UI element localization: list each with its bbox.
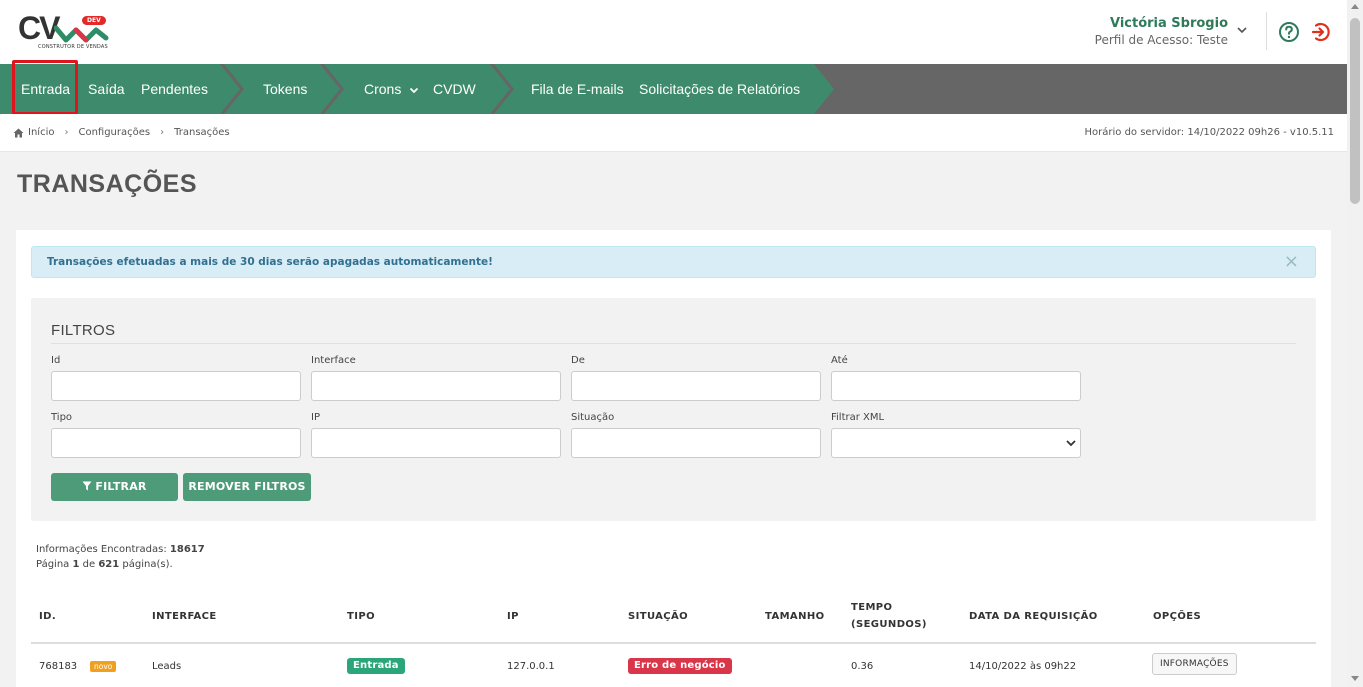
label-id: Id bbox=[51, 355, 61, 366]
informacoes-button[interactable]: INFORMAÇÕES bbox=[1152, 653, 1237, 675]
col-header-tempo: TEMPO (SEGUNDOS) bbox=[851, 599, 927, 633]
col-header-opcoes: OPÇÕES bbox=[1153, 611, 1202, 622]
filtrar-xml-select[interactable] bbox=[831, 428, 1081, 458]
col-header-tempo-line2: (SEGUNDOS) bbox=[851, 619, 927, 630]
date-to-input[interactable] bbox=[831, 371, 1081, 401]
table-header-divider bbox=[31, 642, 1316, 644]
nav-crons-label: Crons bbox=[364, 81, 402, 97]
info-alert: Transações efetuadas a mais de 30 dias s… bbox=[31, 246, 1316, 278]
results-info: Informações Encontradas: 18617 Página 1 … bbox=[36, 542, 205, 572]
scroll-down-icon[interactable] bbox=[1351, 676, 1359, 681]
date-from-input[interactable] bbox=[571, 371, 821, 401]
label-ate: Até bbox=[831, 355, 848, 366]
col-header-tipo: TIPO bbox=[347, 611, 375, 622]
nav-solicitacoes-relatorios[interactable]: Solicitações de Relatórios bbox=[639, 80, 800, 98]
page-current: 1 bbox=[72, 559, 80, 570]
alert-text: Transações efetuadas a mais de 30 dias s… bbox=[47, 256, 493, 268]
user-profile: Perfil de Acesso: Teste bbox=[1094, 33, 1228, 47]
nav-entrada[interactable]: Entrada bbox=[21, 80, 70, 98]
pages-suffix: página(s). bbox=[122, 559, 173, 570]
id-input[interactable] bbox=[51, 371, 301, 401]
col-header-situacao: SITUAÇÃO bbox=[628, 611, 689, 622]
label-de: De bbox=[571, 355, 585, 366]
filter-icon bbox=[82, 481, 92, 491]
scroll-thumb[interactable] bbox=[1350, 18, 1360, 204]
logo-wave-icon bbox=[54, 25, 109, 43]
breadcrumb-configuracoes[interactable]: Configurações bbox=[78, 127, 150, 138]
chevron-down-icon[interactable] bbox=[1236, 24, 1248, 36]
main-nav: Entrada Saída Pendentes Tokens Crons CVD… bbox=[0, 64, 1347, 114]
new-badge: novo bbox=[90, 661, 117, 672]
col-header-tempo-line1: TEMPO bbox=[851, 602, 893, 613]
chevron-down-icon bbox=[410, 88, 419, 94]
ip-input[interactable] bbox=[311, 428, 561, 458]
user-menu[interactable]: Victória Sbrogio Perfil de Acesso: Teste bbox=[1095, 16, 1228, 48]
tipo-input[interactable] bbox=[51, 428, 301, 458]
label-ip: IP bbox=[311, 412, 320, 423]
col-header-data: DATA DA REQUISIÇÃO bbox=[969, 611, 1098, 622]
breadcrumb-transacoes: Transações bbox=[174, 127, 230, 138]
pages-of: de bbox=[82, 559, 96, 570]
cell-interface: Leads bbox=[152, 661, 182, 672]
results-count: Informações Encontradas: 18617 bbox=[36, 542, 205, 557]
breadcrumb-separator-icon: › bbox=[64, 127, 69, 138]
results-count-value: 18617 bbox=[169, 544, 205, 555]
tipo-badge: Entrada bbox=[347, 658, 405, 674]
nav-tokens[interactable]: Tokens bbox=[263, 80, 307, 98]
app-header: CV DEV CONSTRUTOR DE VENDAS Victória Sbr… bbox=[0, 0, 1347, 64]
logo-letters: CV bbox=[18, 10, 60, 46]
close-icon[interactable]: × bbox=[1284, 253, 1299, 271]
results-count-label: Informações Encontradas: bbox=[36, 544, 167, 555]
breadcrumb-separator-icon: › bbox=[160, 127, 165, 138]
col-header-ip: IP bbox=[507, 611, 519, 622]
breadcrumb-bar: Início › Configurações › Transações Horá… bbox=[0, 114, 1347, 152]
remove-filters-button[interactable]: REMOVER FILTROS bbox=[183, 473, 311, 501]
user-name: Victória Sbrogio bbox=[1109, 16, 1228, 31]
filter-button[interactable]: FILTRAR bbox=[51, 473, 178, 501]
page-total: 621 bbox=[98, 559, 120, 570]
situacao-input[interactable] bbox=[571, 428, 821, 458]
filters-panel: FILTROS Id Interface De Até Tipo IP Situ… bbox=[31, 298, 1316, 521]
results-pages: Página 1 de 621 página(s). bbox=[36, 557, 205, 572]
label-situacao: Situação bbox=[571, 412, 615, 423]
scroll-up-icon[interactable] bbox=[1351, 4, 1359, 9]
cv-logo[interactable]: CV DEV CONSTRUTOR DE VENDAS bbox=[18, 10, 110, 54]
cell-ip: 127.0.0.1 bbox=[507, 661, 555, 672]
logo-subtitle: CONSTRUTOR DE VENDAS bbox=[38, 44, 108, 50]
cell-tempo: 0.36 bbox=[851, 661, 874, 672]
label-tipo: Tipo bbox=[51, 412, 73, 423]
server-time: Horário do servidor: 14/10/2022 09h26 - … bbox=[1084, 127, 1334, 138]
logo-dev-badge: DEV bbox=[82, 16, 106, 25]
remove-filters-label: REMOVER FILTROS bbox=[188, 480, 306, 493]
filters-divider bbox=[51, 343, 1296, 344]
nav-cvdw[interactable]: CVDW bbox=[433, 80, 476, 98]
pages-prefix: Página bbox=[36, 559, 70, 570]
label-interface: Interface bbox=[311, 355, 356, 366]
nav-saida[interactable]: Saída bbox=[88, 80, 125, 98]
logout-icon[interactable] bbox=[1310, 21, 1332, 43]
cell-id: 768183 bbox=[39, 661, 78, 672]
cell-data: 14/10/2022 às 09h22 bbox=[969, 661, 1077, 672]
situacao-badge: Erro de negócio bbox=[628, 658, 732, 674]
nav-pendentes[interactable]: Pendentes bbox=[141, 80, 208, 98]
label-filtrar-xml: Filtrar XML bbox=[831, 412, 885, 423]
col-header-id: ID. bbox=[39, 611, 57, 622]
home-icon bbox=[13, 128, 24, 137]
filters-title: FILTROS bbox=[51, 322, 116, 339]
page-scrollbar[interactable] bbox=[1347, 0, 1363, 687]
filter-button-label: FILTRAR bbox=[95, 480, 147, 493]
help-icon[interactable] bbox=[1278, 21, 1300, 43]
page-title: TRANSAÇÕES bbox=[17, 170, 198, 198]
col-header-interface: INTERFACE bbox=[152, 611, 217, 622]
breadcrumb-inicio[interactable]: Início bbox=[28, 127, 54, 138]
nav-fila-emails[interactable]: Fila de E-mails bbox=[531, 80, 624, 98]
content-card: Transações efetuadas a mais de 30 dias s… bbox=[16, 230, 1331, 687]
interface-input[interactable] bbox=[311, 371, 561, 401]
col-header-tamanho: TAMANHO bbox=[765, 611, 825, 622]
header-divider bbox=[1266, 12, 1267, 50]
nav-crons[interactable]: Crons bbox=[364, 80, 419, 98]
breadcrumb: Início › Configurações › Transações bbox=[13, 127, 230, 138]
